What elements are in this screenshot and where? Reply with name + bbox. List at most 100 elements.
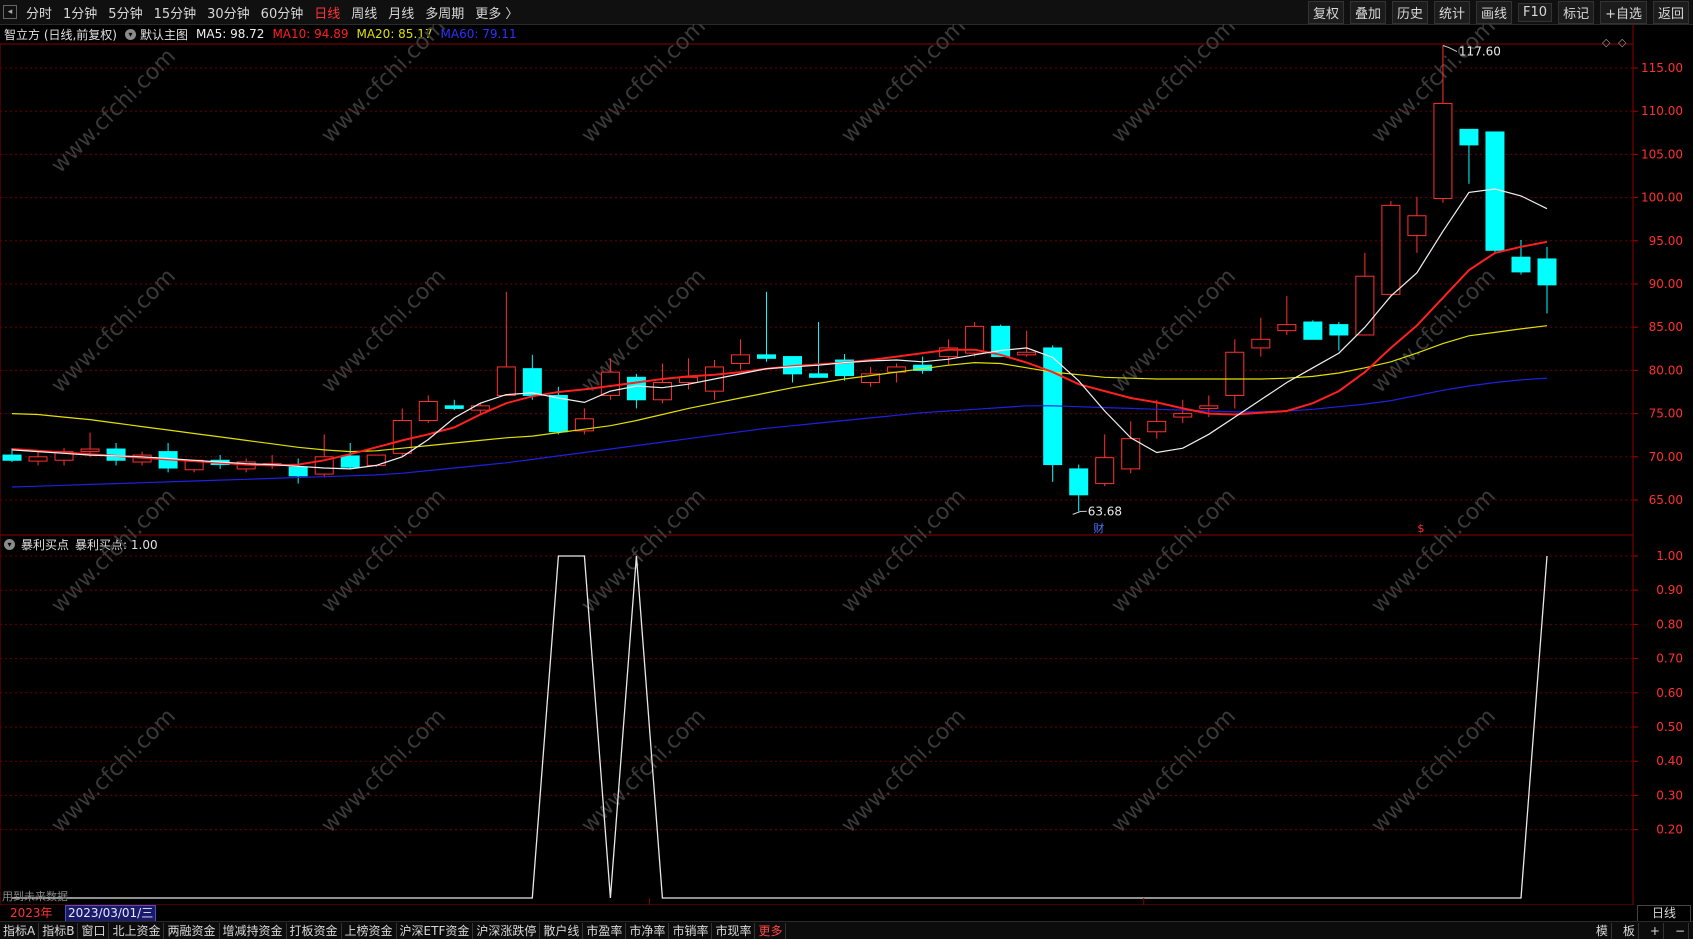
watermark-text: www.cfchi.com <box>317 704 451 838</box>
ma20-line <box>11 325 1548 453</box>
candle-body-down <box>1537 258 1557 286</box>
candle[interactable] <box>730 339 750 370</box>
candle[interactable] <box>1017 330 1037 357</box>
candle[interactable] <box>444 399 464 411</box>
diamond-icon[interactable]: ◇ <box>1602 36 1611 49</box>
candle[interactable] <box>913 356 933 374</box>
candle-body-up <box>600 371 620 396</box>
indicator-tab-item-2[interactable]: 窗口 <box>78 922 110 939</box>
main-axis-label: 100.00 <box>1641 191 1683 205</box>
candle[interactable] <box>1147 399 1167 439</box>
period-tab-item-4[interactable]: 30分钟 <box>207 3 250 22</box>
candle-body-up <box>1173 413 1193 418</box>
period-tab-item-6[interactable]: 日线 <box>314 3 340 22</box>
candle[interactable] <box>1069 464 1089 512</box>
bottom-control-item-1[interactable]: 板 <box>1620 922 1639 939</box>
indicator-tab-item-13[interactable]: 市销率 <box>669 922 713 939</box>
indicator-tab-item-9[interactable]: 沪深涨跌停 <box>473 922 541 939</box>
candle[interactable] <box>496 291 516 396</box>
main-axis-label: 110.00 <box>1641 104 1683 118</box>
candle[interactable] <box>835 353 855 381</box>
indicator-tab-item-4[interactable]: 两融资金 <box>164 922 220 939</box>
candle[interactable] <box>1043 345 1063 482</box>
period-tab-item-2[interactable]: 5分钟 <box>108 3 142 22</box>
toolbar-button-item-1[interactable]: 叠加 <box>1349 0 1386 24</box>
period-tab-item-3[interactable]: 15分钟 <box>154 3 197 22</box>
indicator-tab-item-5[interactable]: 增减持资金 <box>220 922 287 939</box>
candle[interactable] <box>1095 434 1115 487</box>
indicator-tab-item-10[interactable]: 散户线 <box>540 922 584 939</box>
candle[interactable] <box>1251 317 1271 357</box>
candle[interactable] <box>314 434 334 478</box>
menu-toggle-icon[interactable]: ◂ <box>3 5 17 19</box>
bottom-control-item-3[interactable]: − <box>1672 922 1689 939</box>
indicator-tab-item-0[interactable]: 指标A <box>0 922 40 939</box>
indicator-tab-item-8[interactable]: 沪深ETF资金 <box>397 922 474 939</box>
main-axis-label: 80.00 <box>1649 363 1683 377</box>
candle[interactable] <box>106 442 126 466</box>
indicator-tab-item-14[interactable]: 市现率 <box>712 922 756 939</box>
toolbar-button-item-7[interactable]: +自选 <box>1600 0 1647 24</box>
indicator-tab-item-12[interactable]: 市净率 <box>626 922 670 939</box>
candle[interactable] <box>626 373 646 409</box>
period-tab-item-0[interactable]: 分时 <box>26 3 52 22</box>
candle[interactable] <box>1277 296 1297 335</box>
candle[interactable] <box>1173 399 1193 424</box>
watermark-text: www.cfchi.com <box>47 484 181 618</box>
indicator-tab-item-6[interactable]: 打板资金 <box>287 922 342 939</box>
candle[interactable] <box>809 322 829 378</box>
indicator-tab-item-15[interactable]: 更多 <box>755 922 787 939</box>
period-tab-item-5[interactable]: 60分钟 <box>261 3 304 22</box>
toolbar-button-item-6[interactable]: 标记 <box>1558 0 1595 24</box>
period-tab-item-10[interactable]: 更多 〉 <box>475 3 518 22</box>
period-tab-item-7[interactable]: 周线 <box>351 3 377 22</box>
watermark-text: www.cfchi.com <box>317 484 451 618</box>
year-label: 2023年 <box>10 906 53 920</box>
period-label[interactable]: 日线 <box>1637 905 1691 922</box>
toolbar-button-item-2[interactable]: 历史 <box>1391 0 1428 24</box>
candle-body-up <box>1407 215 1427 237</box>
toolbar-button-item-8[interactable]: 返回 <box>1652 0 1689 24</box>
candle[interactable] <box>54 448 74 466</box>
candle[interactable] <box>1485 131 1505 253</box>
main-axis-label: 95.00 <box>1649 234 1683 248</box>
candle[interactable] <box>418 395 438 424</box>
watermark-text: www.cfchi.com <box>1107 484 1241 618</box>
kline-chart[interactable]: www.cfchi.com www.cfchi.com www.cfchi.com w… <box>0 24 1693 905</box>
candle[interactable] <box>783 356 803 383</box>
indicator-tab-item-11[interactable]: 市盈率 <box>583 922 627 939</box>
candle[interactable] <box>1407 196 1427 253</box>
toolbar-button-item-5[interactable]: F10 <box>1518 2 1553 22</box>
dividend-marker[interactable]: $ <box>1417 522 1424 535</box>
bottom-control-item-0[interactable]: 模 <box>1593 922 1612 939</box>
candle[interactable] <box>1355 252 1375 336</box>
period-tab-item-1[interactable]: 1分钟 <box>63 3 97 22</box>
candle[interactable] <box>1537 246 1557 314</box>
diamond-icon[interactable]: ◇ <box>1618 36 1627 49</box>
period-tab-item-9[interactable]: 多周期 <box>425 3 464 22</box>
candle[interactable] <box>939 339 959 366</box>
toolbar-button-item-3[interactable]: 统计 <box>1434 0 1471 24</box>
toolbar-button-item-4[interactable]: 画线 <box>1476 0 1513 24</box>
candle[interactable] <box>1381 201 1401 297</box>
candle[interactable] <box>1303 320 1323 340</box>
candle-body-down <box>548 394 568 433</box>
candle-body-up <box>1017 351 1037 356</box>
date-bar: 2023年 2023/03/01/三 <box>0 905 1633 922</box>
candle-body-up <box>1121 438 1141 470</box>
period-tab-item-8[interactable]: 月线 <box>388 3 414 22</box>
candle[interactable] <box>1225 339 1245 409</box>
indicator-tab-item-3[interactable]: 北上资金 <box>109 922 165 939</box>
candle-body-up <box>80 448 100 453</box>
finance-marker[interactable]: 财 <box>1093 521 1104 535</box>
indicator-tab-item-1[interactable]: 指标B <box>39 922 79 939</box>
toolbar-button-item-0[interactable]: 复权 <box>1307 0 1344 24</box>
candle[interactable] <box>652 363 672 404</box>
candle[interactable] <box>288 458 308 484</box>
bottom-control-item-2[interactable]: + <box>1647 922 1664 939</box>
candle[interactable] <box>1121 421 1141 474</box>
indicator-tab-item-7[interactable]: 上榜资金 <box>342 922 397 939</box>
top-toolbar: ◂ 分时 1分钟 5分钟 15分钟 30分钟 60分钟 日线 周线 月线 多周期 更多 〉 复权 叠加… <box>0 0 1693 25</box>
sub-axis-label: 0.80 <box>1656 617 1683 631</box>
candle[interactable] <box>1459 128 1479 184</box>
